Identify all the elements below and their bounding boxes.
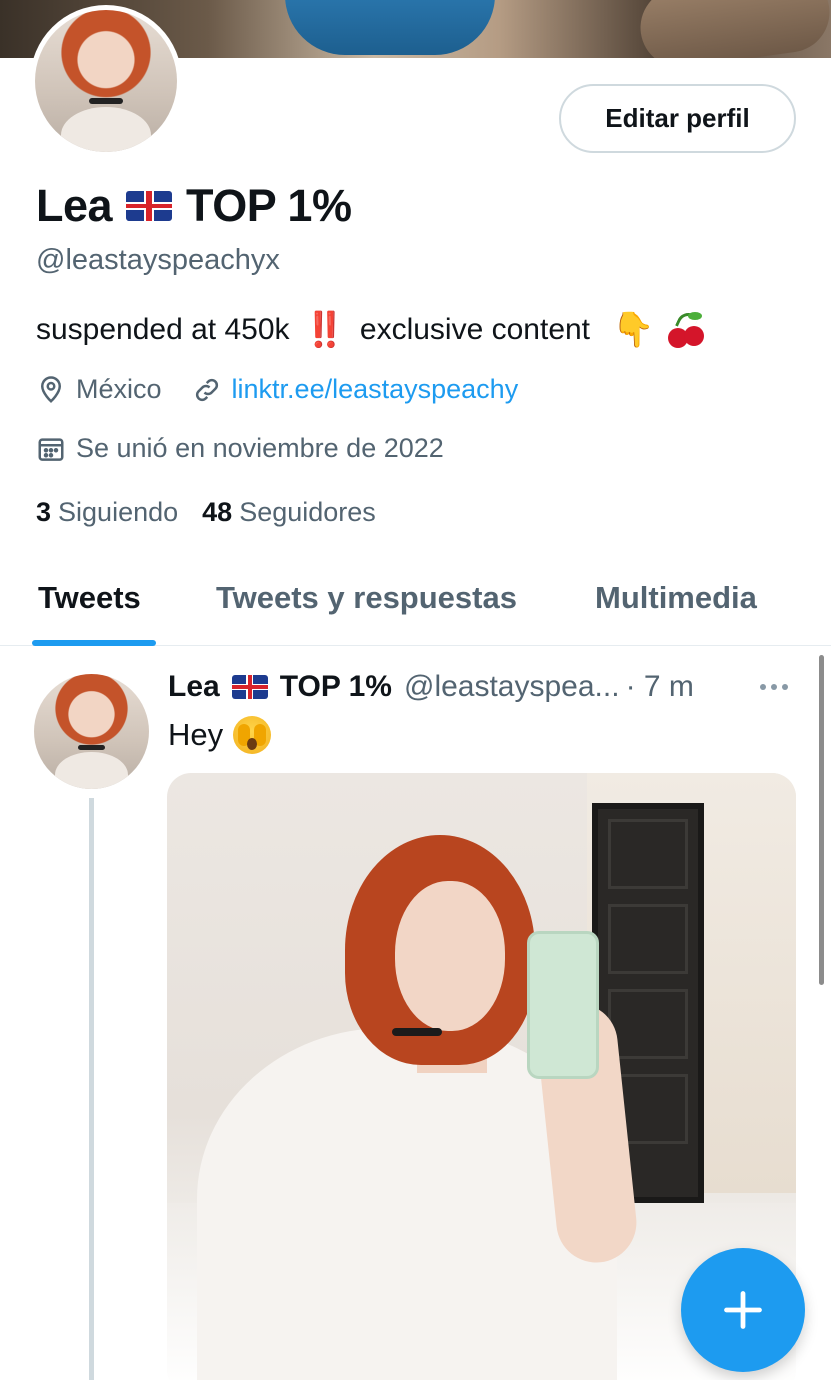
follow-counts: 3 Siguiendo 48 Seguidores <box>36 497 376 528</box>
pointing-down-icon: 👇 <box>612 311 655 349</box>
profile-joined-row: Se unió en noviembre de 2022 <box>36 433 444 464</box>
profile-name-prefix: Lea <box>36 180 113 231</box>
followers-label: Seguidores <box>239 497 376 527</box>
tweet-author-handle[interactable]: @leastayspea... <box>404 670 620 704</box>
banner-image-detail <box>635 0 831 58</box>
profile-name: Lea TOP 1% <box>36 180 352 232</box>
tab-media[interactable]: Multimedia <box>595 580 757 616</box>
following-count: 3 <box>36 497 52 527</box>
tweet-author-suffix: TOP 1% <box>279 670 392 703</box>
more-horizontal-icon[interactable] <box>760 676 794 698</box>
profile-bio: suspended at 450k ‼️ exclusive content 👇 <box>36 309 706 350</box>
profile-avatar[interactable] <box>30 5 182 157</box>
bio-text: suspended at 450k <box>36 313 290 346</box>
bio-text-2: exclusive content <box>359 313 591 346</box>
tweet-avatar[interactable] <box>34 674 149 789</box>
followers-link[interactable]: 48 Seguidores <box>202 497 376 528</box>
profile-handle: @leastayspeachyx <box>36 244 280 276</box>
avatar-image <box>34 674 149 789</box>
tweet-author-name[interactable]: Lea TOP 1% <box>168 670 392 704</box>
active-tab-indicator <box>32 640 156 646</box>
profile-joined: Se unió en noviembre de 2022 <box>76 433 444 463</box>
plus-icon <box>724 1291 762 1329</box>
double-exclamation-icon: ‼️ <box>303 311 346 349</box>
tweet-header: Lea TOP 1% @leastayspea... · 7 m <box>168 670 694 704</box>
tab-tweets-replies[interactable]: Tweets y respuestas <box>216 580 517 616</box>
tweet-author-prefix: Lea <box>168 670 220 703</box>
profile-link[interactable]: linktr.ee/leastayspeachy <box>232 374 519 405</box>
tweet-text-body: Hey <box>168 717 224 752</box>
tweet-time[interactable]: · 7 m <box>626 670 694 704</box>
thread-line <box>89 798 94 1380</box>
calendar-icon <box>38 437 64 461</box>
link-icon <box>195 378 218 401</box>
uk-flag-icon <box>126 191 173 221</box>
banner-image-detail <box>285 0 495 55</box>
edit-profile-button[interactable]: Editar perfil <box>559 84 796 153</box>
scrollbar[interactable] <box>819 655 824 985</box>
face-with-open-eyes-and-hand-over-mouth-icon <box>233 716 272 754</box>
tweet-text: Hey <box>168 716 272 754</box>
map-pin-icon <box>40 375 62 403</box>
following-label: Siguiendo <box>58 497 179 527</box>
cherries-icon <box>668 309 706 348</box>
profile-tabs: Tweets Tweets y respuestas Multimedia <box>0 560 831 646</box>
compose-tweet-button[interactable] <box>681 1248 805 1372</box>
profile-location: México <box>76 374 162 404</box>
uk-flag-icon <box>231 675 268 699</box>
avatar-image <box>35 10 177 152</box>
tab-tweets[interactable]: Tweets <box>38 580 141 616</box>
profile-meta-row: México linktr.ee/leastayspeachy <box>36 374 518 405</box>
followers-count: 48 <box>202 497 233 527</box>
profile-name-suffix: TOP 1% <box>186 180 352 231</box>
following-link[interactable]: 3 Siguiendo <box>36 497 178 528</box>
